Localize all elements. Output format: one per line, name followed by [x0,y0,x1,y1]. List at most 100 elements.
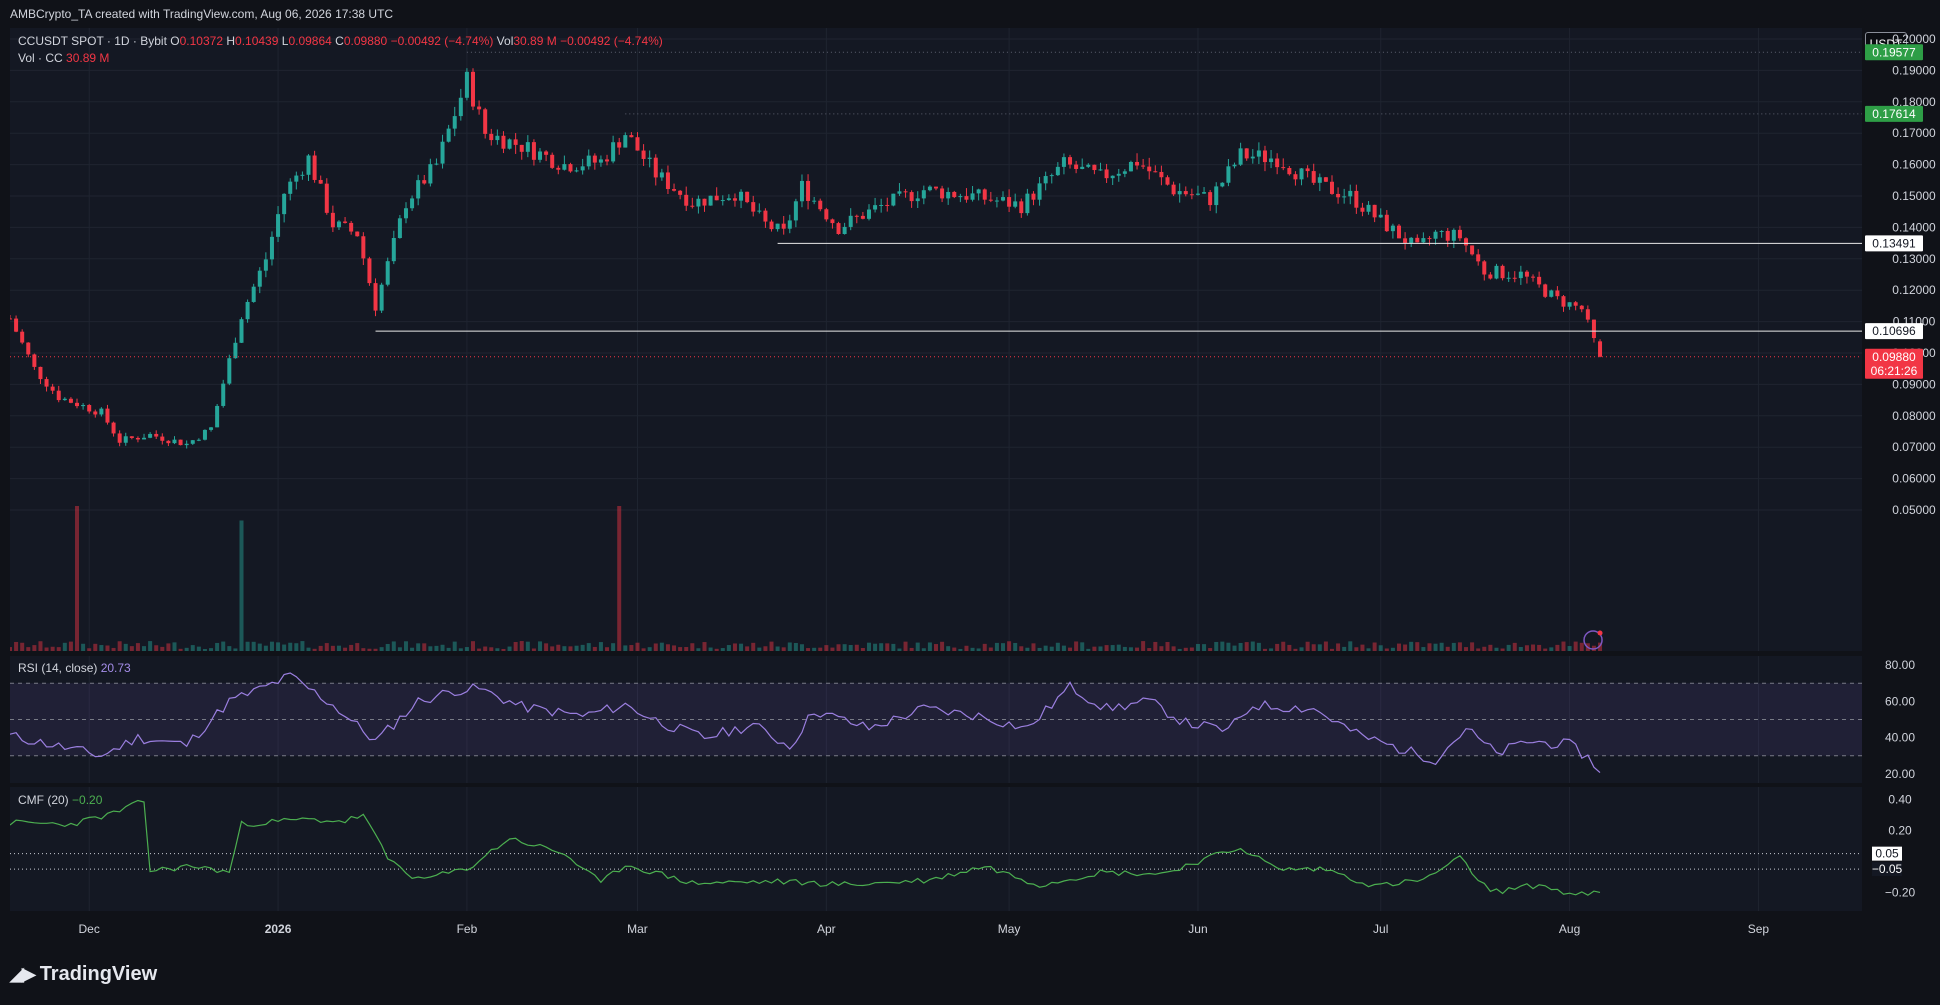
candle-body [915,198,920,202]
rsi-chart[interactable] [9,656,1862,783]
time-axis[interactable]: Dec 2026 Feb Mar Apr May Jun Jul Aug Sep [0,915,1940,945]
candle-body [495,135,500,141]
candle-body [1195,193,1200,195]
low-value: 0.09864 [288,34,332,48]
volume-label[interactable]: Vol · CC [18,51,63,65]
volume-bar [1329,648,1334,651]
time-tick-label: Aug [1559,922,1580,936]
rsi-label[interactable]: RSI (14, close) [18,661,97,675]
volume-bar [160,646,165,651]
candle-body [812,200,817,202]
candle-body [580,166,585,171]
candle-body [385,261,390,285]
volume-bar [1482,646,1487,651]
candle-body [196,439,201,441]
cmf-panel[interactable] [9,787,1862,911]
candle-body [1031,193,1036,200]
candle-body [215,405,220,428]
volume-bar [1293,648,1298,651]
cmf-label[interactable]: CMF (20) [18,793,69,807]
volume-bar [93,643,98,651]
candle-body [988,199,993,201]
tradingview-mark-icon: ◢▶ [10,964,36,984]
volume-bar [1500,648,1505,651]
volume-bar [1543,648,1548,651]
volume-bar [1336,643,1341,651]
volume-bar [1397,643,1401,651]
candle-body [1110,175,1115,179]
high-label: H [226,34,236,48]
volume-bar [105,645,110,651]
volume-bar [1555,644,1560,651]
volume-bar [848,644,853,651]
volume-bar [513,642,518,651]
candle-body [148,433,153,438]
volume-bar [471,641,475,651]
candle-body [288,181,293,194]
volume-bar [269,641,274,651]
price-tag-label: 0.13491 [1872,236,1916,250]
volume-bar [1208,648,1213,651]
candle-body [1287,168,1292,175]
candle-body [379,284,384,311]
candle-body [1591,319,1596,339]
candle-body [799,180,804,202]
volume-bar [123,643,128,651]
volume-bar [775,646,780,651]
price-axis[interactable]: 0.200000.190000.180000.170000.160000.150… [1862,0,1940,923]
candle-body [611,142,616,162]
candle-body [367,258,372,284]
volume-bar [1549,647,1554,651]
candle-body [665,172,670,190]
volume-bar [458,648,463,651]
candle-body [507,139,512,149]
volume-bar [1013,642,1018,651]
candle-body [1421,238,1426,243]
candle-body [1153,171,1158,173]
candle-body [927,186,932,191]
candle-body [1439,230,1444,232]
candle-body [519,144,524,152]
rsi-panel[interactable] [9,656,1862,783]
price-panel[interactable] [8,28,1862,651]
candle-body [1549,290,1554,297]
volume-bar [556,644,561,651]
candle-body [592,155,597,163]
volume-bar [1287,644,1292,651]
candle-body [873,205,878,210]
volume-bar [477,648,482,651]
volume-bar [202,648,207,651]
price-tick-label: 0.08000 [1892,409,1936,423]
volume-bar [739,643,744,651]
candle-body [1403,238,1408,244]
candle-body [458,97,463,117]
volume-bar [751,642,756,651]
candle-body [1086,164,1091,167]
volume-bar [489,647,494,651]
volume-bar [1171,646,1176,651]
candle-body [336,221,341,228]
candle-body [824,209,829,220]
volume-bar [1494,647,1499,651]
volume-bar [1421,647,1426,651]
volume-bar [1189,647,1194,651]
candle-body [166,440,171,444]
price-chart[interactable] [8,28,1862,651]
candle-body [1494,265,1499,279]
symbol-label[interactable]: CCUSDT SPOT · 1D · Bybit [18,34,167,48]
price-tick-label: 0.09000 [1892,377,1936,391]
candle-body [586,155,591,167]
candle-body [653,157,658,178]
volume-bar [665,644,670,651]
volume-bar [787,642,792,651]
volume-bar [1043,645,1048,651]
volume-bar [1165,642,1170,651]
candle-body [99,408,104,415]
volume-bar [178,648,183,651]
candle-body [629,135,634,138]
candle-body [1104,169,1109,179]
cmf-chart[interactable] [9,787,1862,911]
volume-bar [873,643,878,651]
volume-bar [251,641,256,651]
price-tag-label: 0.10696 [1872,324,1916,338]
